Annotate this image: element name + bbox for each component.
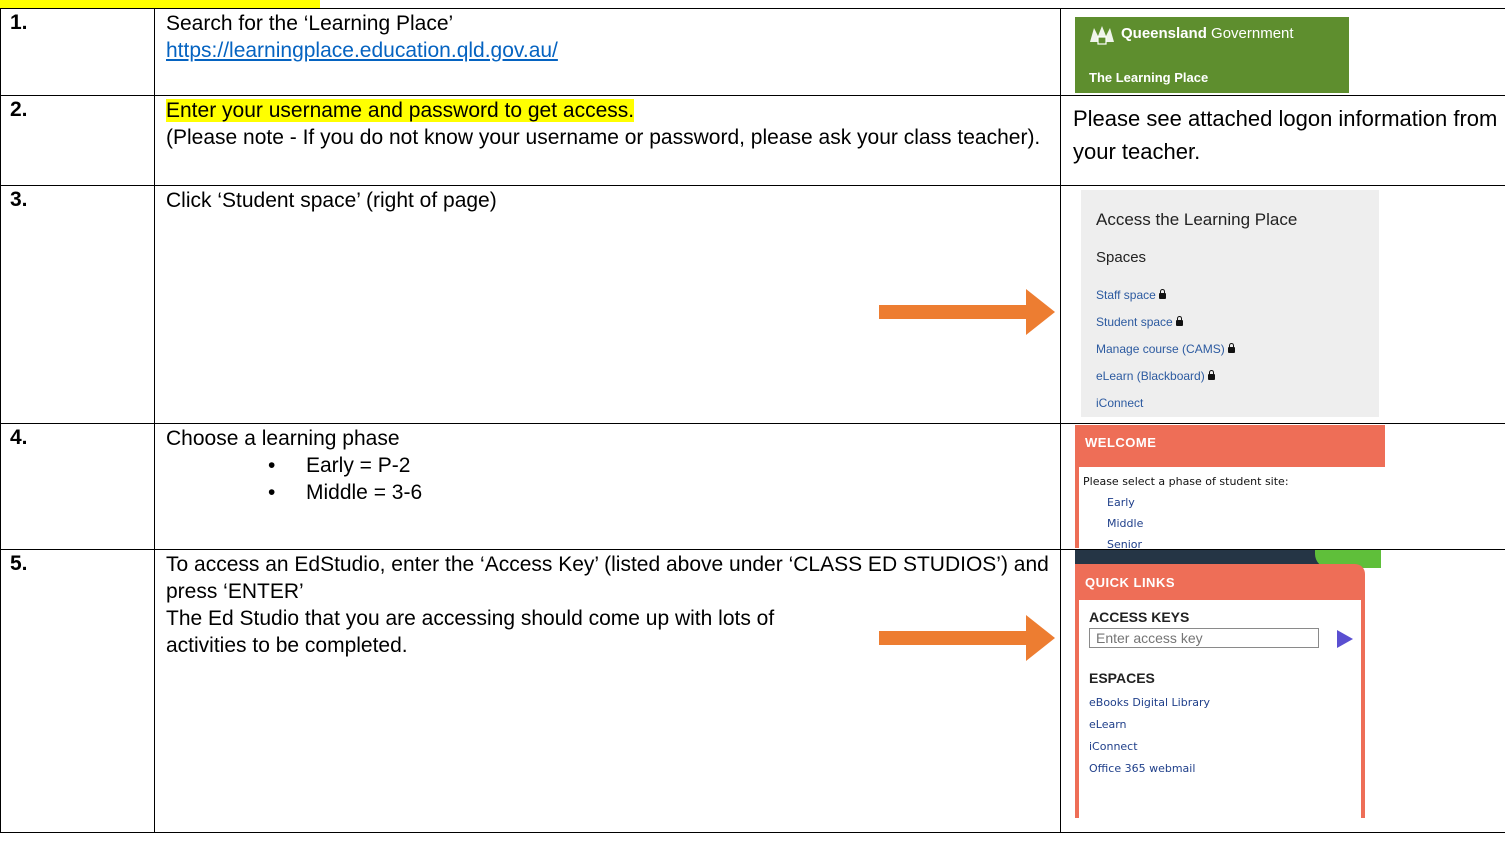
phase-list: Early = P-2 Middle = 3-6 <box>166 452 1060 506</box>
step-number: 5. <box>10 552 28 575</box>
espaces-heading: ESPACES <box>1089 670 1155 686</box>
panel-heading: Spaces <box>1096 249 1147 266</box>
welcome-title: WELCOME <box>1085 435 1157 450</box>
office-365-webmail-link[interactable]: Office 365 webmail <box>1089 762 1195 775</box>
banner-name-rest: Government <box>1206 25 1294 42</box>
steps-table: 1. Search for the ‘Learning Place’ https… <box>0 8 1505 833</box>
ebooks-library-link[interactable]: eBooks Digital Library <box>1089 696 1210 709</box>
quick-links-panel: QUICK LINKS ACCESS KEYS ESPACES eBooks D… <box>1075 550 1381 818</box>
step-row-3: 3. Click ‘Student space’ (right of page)… <box>0 185 1505 424</box>
step-number: 2. <box>10 98 28 121</box>
step-text: Choose a learning phase <box>166 427 400 450</box>
step-note: (Please note - If you do not know your u… <box>166 126 1041 149</box>
arrow-right-icon <box>879 289 1055 335</box>
access-learning-place-panel: Access the Learning Place Spaces Staff s… <box>1081 190 1379 417</box>
step-number: 3. <box>10 188 28 211</box>
step-number: 4. <box>10 426 28 449</box>
access-keys-heading: ACCESS KEYS <box>1089 609 1190 625</box>
arrow-right-icon <box>879 615 1055 661</box>
learning-place-link[interactable]: https://learningplace.education.qld.gov.… <box>166 39 558 62</box>
highlighted-heading-fragment <box>0 0 1505 8</box>
phase-item: Middle = 3-6 <box>268 479 1060 506</box>
phase-prompt: Please select a phase of student site: <box>1083 475 1289 488</box>
step-text: Click ‘Student space’ (right of page) <box>166 189 497 212</box>
queensland-government-banner: Queensland Government The Learning Place <box>1075 17 1349 93</box>
logon-info-text: Please see attached logon information fr… <box>1073 106 1498 164</box>
lock-icon <box>1175 316 1183 326</box>
lock-icon <box>1158 289 1166 299</box>
elearn-link[interactable]: eLearn <box>1089 718 1127 731</box>
step-row-1: 1. Search for the ‘Learning Place’ https… <box>0 8 1505 96</box>
staff-space-link[interactable]: Staff space <box>1096 288 1166 302</box>
phase-link-early[interactable]: Early <box>1107 496 1135 509</box>
iconnect-link[interactable]: iConnect <box>1089 740 1138 753</box>
phase-item: Early = P-2 <box>268 452 1060 479</box>
step-row-4: 4. Choose a learning phase Early = P-2 M… <box>0 423 1505 550</box>
step-note: The Ed Studio that you are accessing sho… <box>166 607 775 657</box>
queensland-crest-icon <box>1090 26 1114 45</box>
student-space-link[interactable]: Student space <box>1096 315 1183 329</box>
step-text-highlighted: Enter your username and password to get … <box>166 99 635 122</box>
step-text: Search for the ‘Learning Place’ <box>166 12 454 35</box>
lock-icon <box>1207 370 1215 380</box>
banner-subtitle: The Learning Place <box>1089 70 1209 85</box>
manage-course-link[interactable]: Manage course (CAMS) <box>1096 342 1235 356</box>
phase-link-senior[interactable]: Senior <box>1107 538 1142 548</box>
step-text: To access an EdStudio, enter the ‘Access… <box>166 553 1049 603</box>
lock-icon <box>1227 343 1235 353</box>
phase-link-middle[interactable]: Middle <box>1107 517 1143 530</box>
banner-name-bold: Queensland <box>1121 25 1207 42</box>
step-row-5: 5. To access an EdStudio, enter the ‘Acc… <box>0 549 1505 833</box>
quick-links-title: QUICK LINKS <box>1085 575 1175 590</box>
welcome-panel: WELCOME Please select a phase of student… <box>1075 425 1385 548</box>
step-number: 1. <box>10 11 28 34</box>
access-key-input[interactable] <box>1089 628 1319 648</box>
iconnect-link[interactable]: iConnect <box>1096 396 1143 410</box>
play-arrow-icon[interactable] <box>1337 630 1353 648</box>
elearn-blackboard-link[interactable]: eLearn (Blackboard) <box>1096 369 1215 383</box>
step-row-2: 2. Enter your username and password to g… <box>0 95 1505 186</box>
panel-title: Access the Learning Place <box>1096 210 1298 229</box>
